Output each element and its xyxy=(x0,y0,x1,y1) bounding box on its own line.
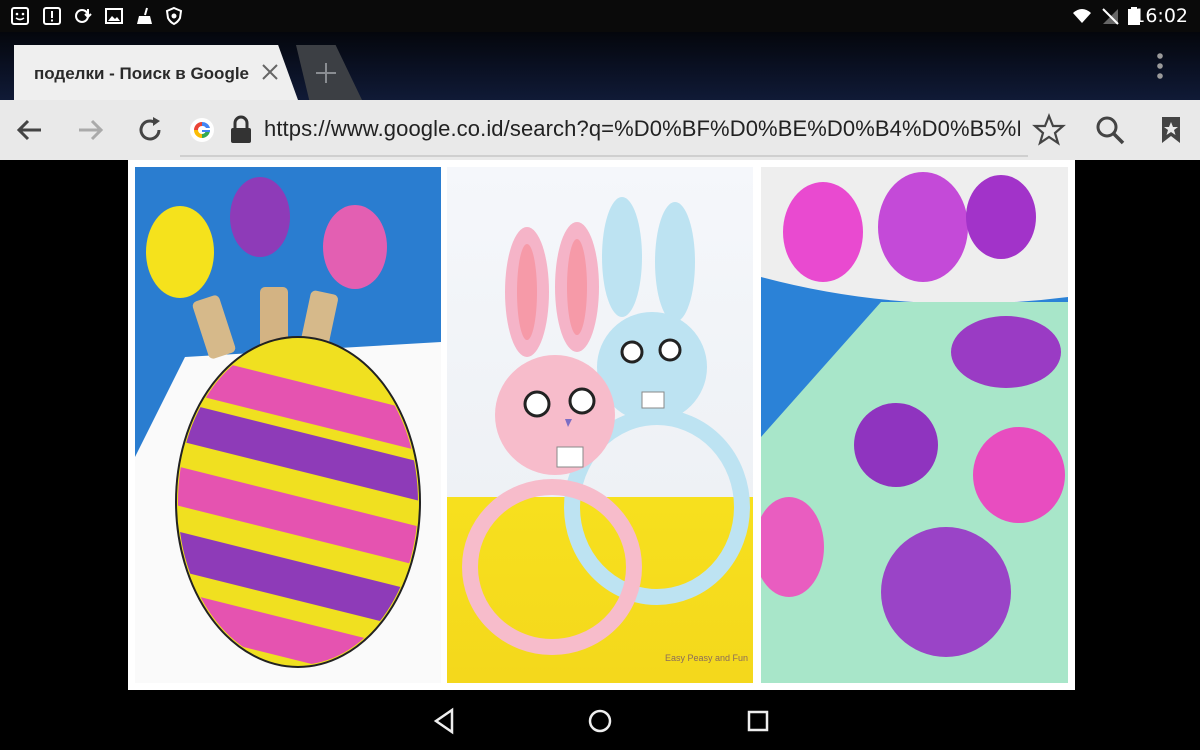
cleaner-notification-icon xyxy=(137,7,152,24)
image-notification-icon xyxy=(105,8,123,24)
cork-egg-illustration xyxy=(135,177,441,683)
reload-icon[interactable] xyxy=(133,113,167,147)
alert-notification-icon xyxy=(43,7,61,25)
tab-title[interactable]: поделки - Поиск в Google xyxy=(34,64,249,84)
wifi-icon xyxy=(1073,9,1091,23)
paper-strip-bunny-craft[interactable]: Easy Peasy and Fun xyxy=(447,167,753,683)
star-icon[interactable] xyxy=(1032,113,1066,147)
bookmarks-icon[interactable] xyxy=(1154,113,1188,147)
forward-arrow-icon[interactable] xyxy=(73,113,107,147)
bunny-illustration xyxy=(462,197,750,655)
status-time: 16:02 xyxy=(1133,5,1188,27)
home-nav-icon[interactable] xyxy=(585,706,615,736)
potato-stamp-easter-egg-craft[interactable] xyxy=(761,167,1068,683)
back-nav-icon[interactable] xyxy=(430,706,460,736)
smiley-notification-icon xyxy=(11,7,29,25)
download-notification-icon xyxy=(75,9,92,23)
potato-egg-illustration xyxy=(761,167,1068,683)
url-text[interactable]: https://www.google.co.id/search?q=%D0%BF… xyxy=(264,116,1020,142)
shield-notification-icon xyxy=(165,6,183,26)
search-icon[interactable] xyxy=(1093,113,1127,147)
status-bar: 16:02 xyxy=(0,0,1200,32)
close-tab-icon[interactable] xyxy=(258,60,282,84)
plus-icon[interactable] xyxy=(313,60,339,86)
watermark-text: Easy Peasy and Fun xyxy=(665,653,749,663)
recents-nav-icon[interactable] xyxy=(743,706,773,736)
lock-icon[interactable] xyxy=(227,115,255,145)
google-logo-icon xyxy=(190,118,214,142)
back-arrow-icon[interactable] xyxy=(13,113,47,147)
no-signal-icon xyxy=(1102,8,1119,25)
cork-stamp-easter-egg-craft[interactable] xyxy=(135,167,441,683)
overflow-menu-icon[interactable] xyxy=(1150,52,1170,80)
